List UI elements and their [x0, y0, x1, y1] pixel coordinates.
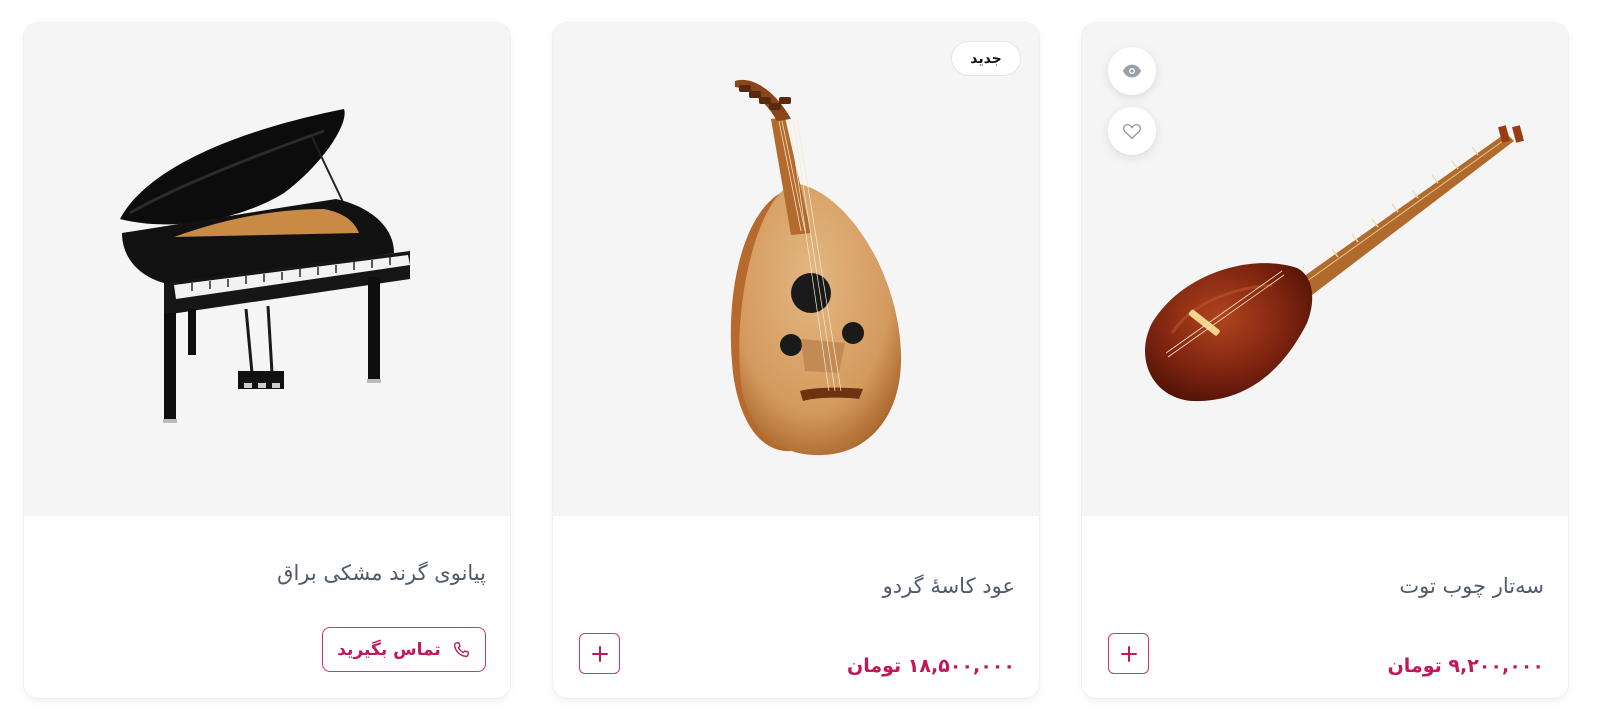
wishlist-button[interactable] [1108, 107, 1156, 155]
piano-illustration [120, 109, 410, 423]
contact-us-label: تماس بگیرید [337, 639, 441, 660]
new-badge: جدید [951, 41, 1021, 76]
product-price: ۹,۲۰۰,۰۰۰ تومان [1387, 655, 1544, 677]
eye-icon [1122, 64, 1142, 78]
contact-us-button[interactable]: تماس بگیرید [322, 627, 486, 672]
product-card-setar[interactable]: سه‌تار چوب توت ۹,۲۰۰,۰۰۰ تومان [1082, 23, 1568, 698]
product-price: ۱۸,۵۰۰,۰۰۰ تومان [847, 655, 1015, 677]
product-card-oud[interactable]: جدید عود کاسهٔ گردو ۱۸,۵۰۰,۰۰۰ تومان [553, 23, 1039, 698]
product-image-piano[interactable] [24, 23, 510, 516]
quick-view-button[interactable] [1108, 47, 1156, 95]
product-image-oud[interactable]: جدید [553, 23, 1039, 516]
product-card-piano[interactable]: پیانوی گرند مشکی براق تماس بگیرید [24, 23, 510, 698]
product-image-setar[interactable] [1082, 23, 1568, 516]
product-title[interactable]: سه‌تار چوب توت [1399, 574, 1544, 598]
plus-icon [1120, 645, 1137, 662]
oud-illustration [730, 79, 902, 456]
plus-icon [591, 645, 608, 662]
phone-icon [453, 641, 469, 657]
add-to-cart-button[interactable] [579, 633, 620, 674]
setar-illustration [1145, 125, 1524, 402]
product-title[interactable]: عود کاسهٔ گردو [883, 574, 1015, 598]
heart-icon [1122, 123, 1142, 140]
add-to-cart-button[interactable] [1108, 633, 1149, 674]
product-title[interactable]: پیانوی گرند مشکی براق [277, 561, 486, 585]
